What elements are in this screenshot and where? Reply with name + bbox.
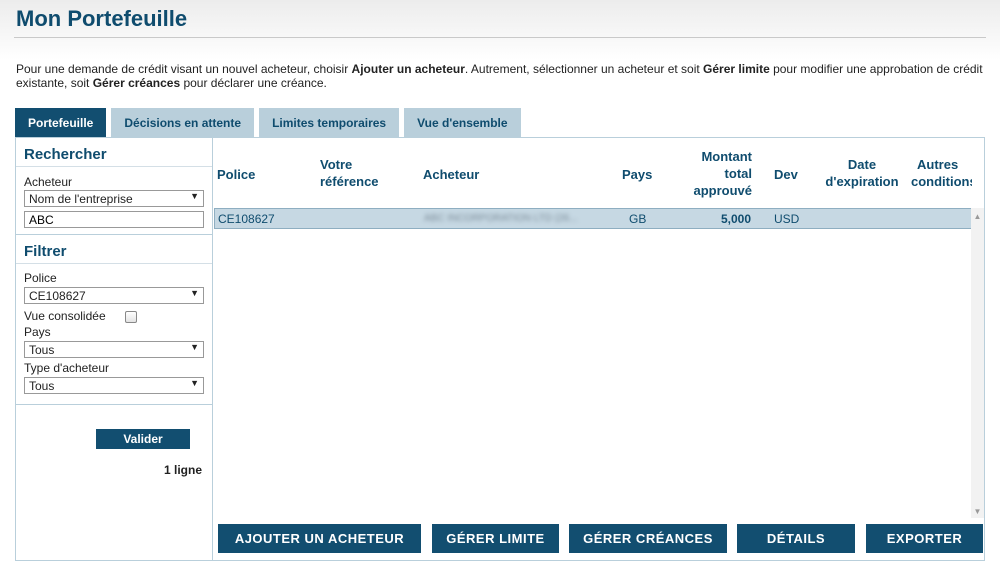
tab-bar: Portefeuille Décisions en attente Limite… — [15, 108, 521, 138]
consolidated-checkbox[interactable] — [124, 310, 137, 323]
country-select[interactable]: Tous ▼ — [24, 341, 204, 358]
chevron-down-icon: ▼ — [190, 342, 199, 352]
page-title: Mon Portefeuille — [16, 6, 188, 31]
buyer-type-value: Tous — [29, 379, 55, 393]
sidebar-divider — [16, 404, 212, 405]
buyer-type-label: Type d'acheteur — [24, 361, 110, 375]
manage-claims-button[interactable]: GÉRER CRÉANCES — [569, 524, 727, 553]
filter-sidebar: Rechercher Acheteur Nom de l'entreprise … — [16, 138, 213, 560]
table-row[interactable]: CE108627 ABC INCORPORATION LTD (26... GB… — [214, 208, 972, 229]
policy-select[interactable]: CE108627 ▼ — [24, 287, 204, 304]
filter-heading: Filtrer — [16, 235, 212, 264]
col-header-amount-line: Montant — [701, 149, 752, 164]
details-button[interactable]: DÉTAILS — [737, 524, 855, 553]
col-header-reference[interactable]: Votre référence — [320, 156, 379, 190]
col-header-expiration-line: Date — [847, 157, 877, 172]
country-value: Tous — [29, 343, 55, 357]
cell-currency: USD — [774, 212, 800, 226]
buyer-label: Acheteur — [24, 175, 73, 189]
search-heading: Rechercher — [16, 138, 212, 167]
cell-police: CE108627 — [218, 212, 275, 226]
buyer-type-select[interactable]: Tous ▼ — [24, 377, 204, 394]
col-header-country[interactable]: Pays — [622, 166, 652, 183]
col-header-reference-line: référence — [320, 174, 379, 189]
intro-emphasis-manage-limit: Gérer limite — [703, 62, 770, 76]
chevron-down-icon: ▼ — [190, 378, 199, 388]
policy-value: CE108627 — [29, 289, 86, 303]
col-header-buyer[interactable]: Acheteur — [423, 166, 479, 183]
chevron-down-icon: ▼ — [190, 191, 199, 201]
scroll-up-icon[interactable]: ▲ — [971, 210, 984, 223]
title-divider — [14, 37, 986, 38]
add-buyer-button[interactable]: AJOUTER UN ACHETEUR — [218, 524, 421, 553]
intro-part: pour déclarer une créance. — [180, 76, 327, 90]
portfolio-panel: Rechercher Acheteur Nom de l'entreprise … — [15, 137, 985, 561]
intro-part: Pour une demande de crédit visant un nou… — [16, 62, 352, 76]
cell-buyer: ABC INCORPORATION LTD (26... — [424, 213, 578, 224]
consolidated-label: Vue consolidée — [24, 309, 106, 323]
table-header: Police Votre référence Acheteur Pays Mon… — [214, 138, 984, 206]
tab-decisions-en-attente[interactable]: Décisions en attente — [111, 108, 255, 138]
buyer-search-input[interactable] — [24, 211, 204, 228]
col-header-amount-line: total — [724, 166, 752, 181]
chevron-down-icon: ▼ — [190, 288, 199, 298]
col-header-reference-line: Votre — [320, 157, 353, 172]
scroll-down-icon[interactable]: ▼ — [971, 505, 984, 518]
tab-vue-ensemble[interactable]: Vue d'ensemble — [404, 108, 521, 138]
cell-country: GB — [629, 212, 647, 226]
export-button[interactable]: EXPORTER — [866, 524, 983, 553]
policy-label: Police — [24, 271, 57, 285]
portfolio-table: Police Votre référence Acheteur Pays Mon… — [214, 138, 984, 518]
col-header-police[interactable]: Police — [217, 166, 255, 183]
country-label: Pays — [24, 325, 51, 339]
intro-text: Pour une demande de crédit visant un nou… — [16, 62, 986, 90]
buyer-field-value: Nom de l'entreprise — [29, 192, 133, 206]
intro-part: . Autrement, sélectionner un acheteur et… — [464, 62, 704, 76]
tab-limites-temporaires[interactable]: Limites temporaires — [259, 108, 400, 138]
intro-emphasis-add-buyer: Ajouter un acheteur — [351, 62, 465, 76]
col-header-expiration[interactable]: Date d'expiration — [822, 156, 902, 190]
valider-button[interactable]: Valider — [96, 429, 190, 449]
row-count: 1 ligne — [163, 463, 202, 477]
tab-portefeuille[interactable]: Portefeuille — [15, 108, 107, 138]
col-header-conditions[interactable]: Autres conditions — [911, 156, 972, 190]
vertical-scrollbar[interactable]: ▲ ▼ — [971, 208, 984, 518]
col-header-currency[interactable]: Dev — [774, 166, 798, 183]
cell-amount: 5,000 — [720, 212, 751, 226]
col-header-conditions-line: Autres — [917, 157, 959, 172]
col-header-expiration-line: d'expiration — [825, 174, 899, 189]
col-header-amount-line: approuvé — [693, 183, 752, 198]
consolidated-row: Vue consolidée — [16, 309, 212, 323]
buyer-field-select[interactable]: Nom de l'entreprise ▼ — [24, 190, 204, 207]
intro-emphasis-manage-claims: Gérer créances — [92, 76, 181, 90]
col-header-amount[interactable]: Montant total approuvé — [684, 148, 752, 199]
manage-limit-button[interactable]: GÉRER LIMITE — [432, 524, 559, 553]
col-header-conditions-line: conditions — [911, 174, 972, 189]
